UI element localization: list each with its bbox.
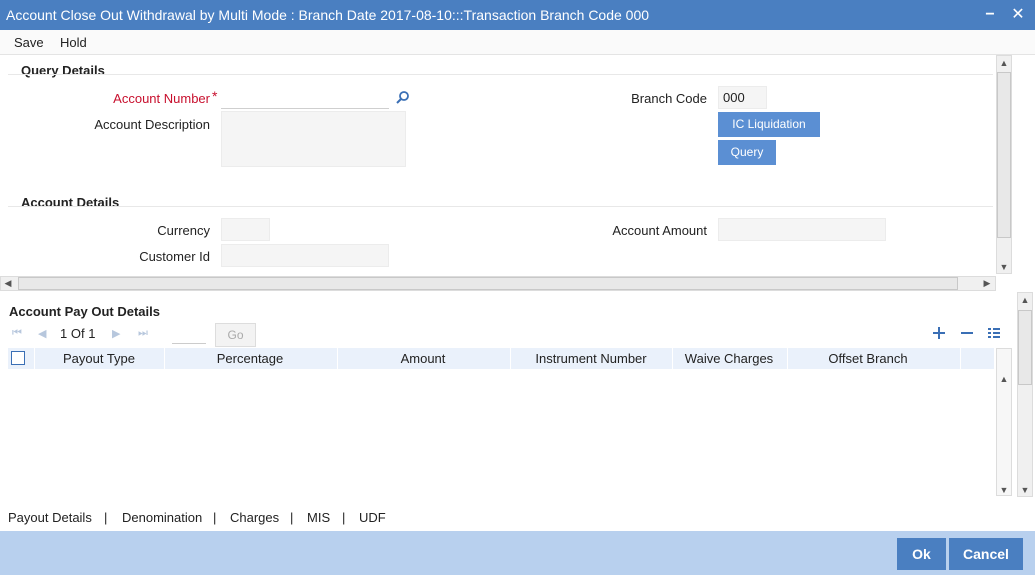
column-header[interactable]: Instrument Number — [510, 351, 672, 366]
first-page-icon[interactable]: ⏮ — [12, 327, 22, 340]
column-header[interactable]: Amount — [337, 351, 509, 366]
scroll-down-arrow-icon[interactable]: ▼ — [1018, 485, 1032, 495]
page-of: Of — [70, 326, 85, 341]
title-bar: Account Close Out Withdrawal by Multi Mo… — [0, 0, 1035, 30]
branch-code-label: Branch Code — [631, 91, 707, 106]
tab-mis[interactable]: MIS — [307, 510, 330, 525]
customer-id-field[interactable] — [221, 244, 389, 267]
payout-grid-header: Payout Type Percentage Amount Instrument… — [8, 348, 994, 369]
tab-separator: | — [342, 510, 346, 525]
ic-liquidation-button[interactable]: IC Liquidation — [718, 112, 820, 137]
divider — [8, 74, 993, 75]
required-asterisk: * — [212, 88, 218, 104]
customer-id-label: Customer Id — [139, 249, 210, 264]
currency-field[interactable] — [221, 218, 270, 241]
go-button[interactable]: Go — [215, 323, 256, 347]
tab-denomination[interactable]: Denomination — [122, 510, 202, 525]
window-title: Account Close Out Withdrawal by Multi Mo… — [6, 7, 650, 23]
tab-separator: | — [290, 510, 294, 525]
query-button[interactable]: Query — [718, 140, 776, 165]
tab-payout-details[interactable]: Payout Details — [8, 510, 92, 525]
branch-code-field[interactable]: 000 — [718, 86, 767, 109]
divider — [8, 206, 993, 207]
hold-menu-item[interactable]: Hold — [60, 35, 87, 50]
branch-code-value: 000 — [723, 90, 745, 105]
currency-label: Currency — [157, 223, 210, 238]
tab-separator: | — [104, 510, 108, 525]
tab-separator: | — [213, 510, 217, 525]
close-icon[interactable]: ✕ — [1007, 4, 1029, 26]
plus-icon[interactable] — [931, 325, 947, 341]
scroll-up-arrow-icon[interactable]: ▲ — [997, 374, 1011, 384]
column-header[interactable]: Waive Charges — [672, 351, 786, 366]
prev-page-icon[interactable]: ◀ — [38, 327, 46, 340]
account-description-label: Account Description — [94, 117, 210, 132]
menu-bar: Save Hold — [0, 30, 1035, 55]
grid-vertical-scrollbar[interactable] — [996, 348, 1012, 496]
scrollbar-thumb[interactable] — [1018, 310, 1032, 385]
page-number-input[interactable] — [172, 324, 206, 344]
account-amount-label: Account Amount — [612, 223, 707, 238]
next-page-icon[interactable]: ▶ — [112, 327, 120, 340]
scroll-down-arrow-icon[interactable]: ▼ — [997, 262, 1011, 272]
page-current: 1 — [60, 326, 68, 341]
account-number-label: Account Number — [113, 91, 210, 106]
tab-charges[interactable]: Charges — [230, 510, 279, 525]
account-description-field[interactable] — [221, 111, 406, 167]
payout-details-title: Account Pay Out Details — [9, 304, 160, 319]
account-number-input[interactable] — [221, 88, 389, 109]
column-header[interactable]: Offset Branch — [787, 351, 949, 366]
scroll-up-arrow-icon[interactable]: ▲ — [997, 58, 1011, 68]
account-details-title: Account Details — [21, 195, 120, 210]
select-all-checkbox[interactable] — [11, 351, 25, 365]
cancel-button[interactable]: Cancel — [949, 538, 1023, 570]
scroll-left-arrow-icon[interactable]: ◀ — [3, 278, 13, 288]
query-details-title: Query Details — [21, 63, 105, 78]
page-total: 1 — [88, 326, 96, 341]
column-header[interactable]: Payout Type — [34, 351, 164, 366]
ok-button[interactable]: Ok — [897, 538, 946, 570]
last-page-icon[interactable]: ⏭ — [138, 327, 148, 340]
column-header[interactable]: Percentage — [164, 351, 336, 366]
tab-udf[interactable]: UDF — [359, 510, 386, 525]
footer-bar — [0, 531, 1035, 575]
scrollbar-thumb[interactable] — [18, 277, 958, 290]
scroll-up-arrow-icon[interactable]: ▲ — [1018, 295, 1032, 305]
minimize-icon[interactable]: − — [979, 4, 1001, 26]
pagination-text: 1 Of 1 — [60, 326, 95, 341]
scroll-right-arrow-icon[interactable]: ▶ — [982, 278, 992, 288]
scroll-down-arrow-icon[interactable]: ▼ — [997, 485, 1011, 495]
list-icon[interactable] — [986, 325, 1002, 341]
save-menu-item[interactable]: Save — [14, 35, 44, 50]
search-icon[interactable] — [395, 90, 411, 106]
minus-icon[interactable] — [959, 325, 975, 341]
scrollbar-thumb[interactable] — [997, 72, 1011, 238]
account-amount-field[interactable] — [718, 218, 886, 241]
